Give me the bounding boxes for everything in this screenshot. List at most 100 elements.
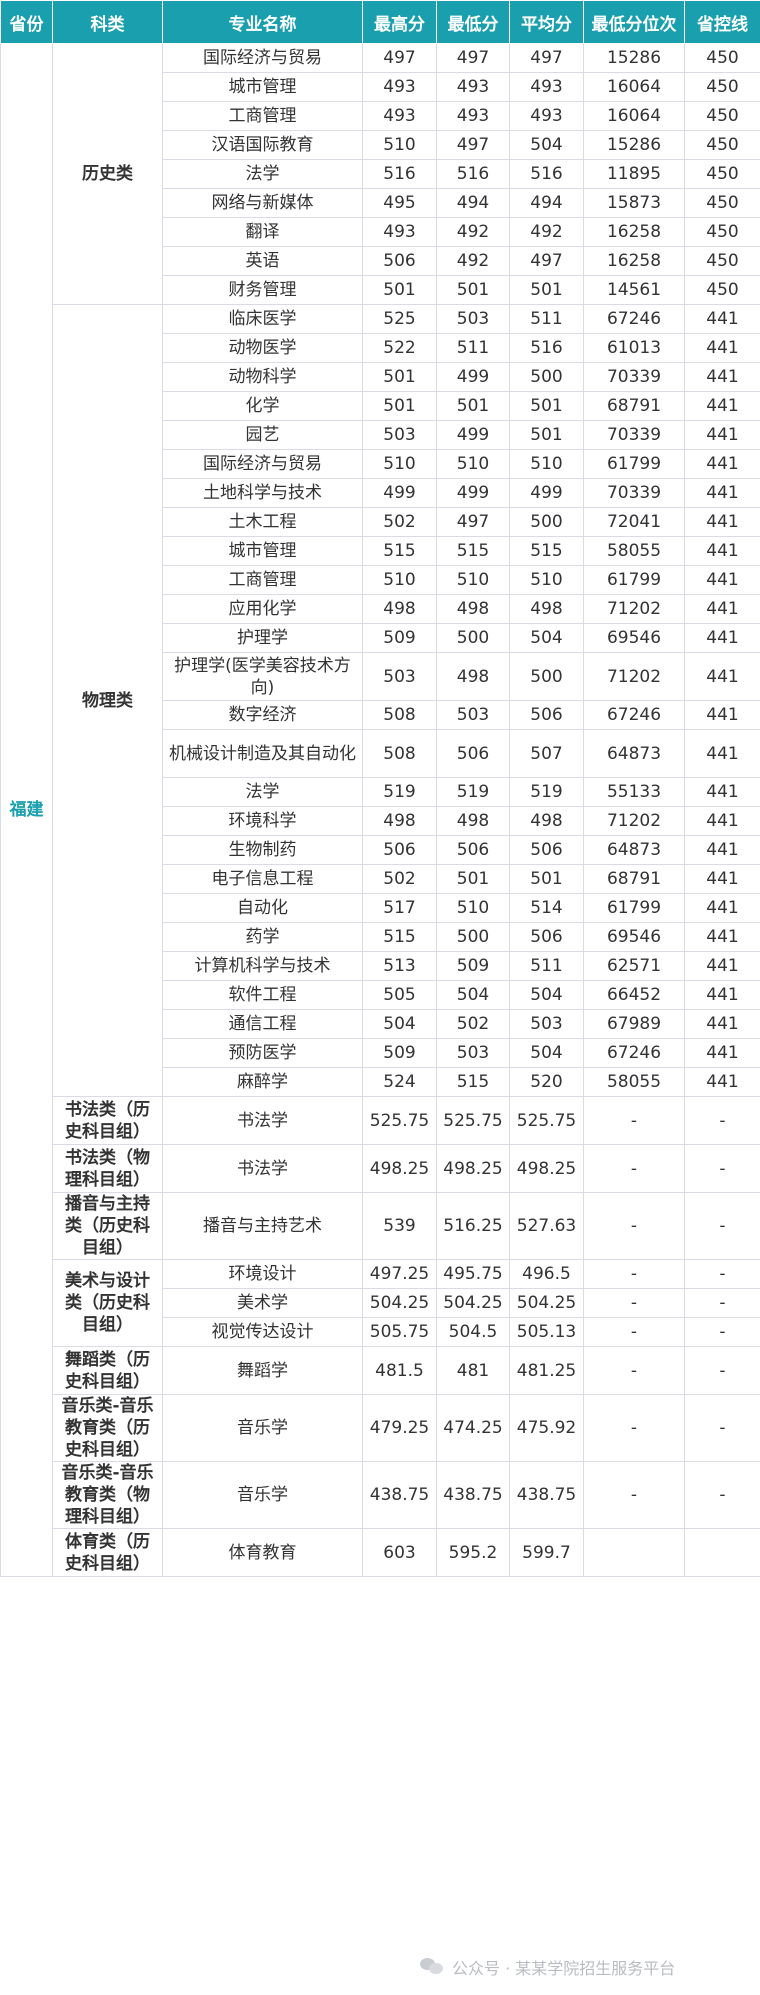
table-row: 物理类 临床医学 525 503 511 67246 441	[1, 304, 760, 1097]
control-line-cell: 441	[684, 507, 760, 537]
avg-score-cell: 527.63	[509, 1192, 584, 1260]
major-name-cell: 护理学	[162, 623, 363, 653]
max-score-cell: 516	[362, 159, 437, 189]
min-score-cell: 516.25	[436, 1192, 510, 1260]
major-name-cell: 自动化	[162, 893, 363, 923]
min-score-cell: 595.2	[436, 1528, 510, 1577]
major-name-cell: 应用化学	[162, 594, 363, 624]
min-rank-cell: 67989	[583, 1009, 685, 1039]
min-rank-cell: 64873	[583, 729, 685, 778]
max-score-cell: 539	[362, 1192, 437, 1260]
header-min-rank: 最低分位次	[583, 0, 685, 44]
max-score-cell: 517	[362, 893, 437, 923]
min-rank-cell: -	[583, 1192, 685, 1260]
max-score-cell: 525.75	[362, 1096, 437, 1145]
min-score-cell: 498	[436, 652, 510, 701]
avg-score-cell: 493	[509, 72, 584, 102]
max-score-cell: 503	[362, 652, 437, 701]
min-score-cell: 495.75	[436, 1259, 510, 1289]
admission-score-table: 省份 科类 专业名称 最高分 最低分 平均分 最低分位次 省控线 福建 历史类 国际…	[0, 0, 760, 1577]
control-line-cell: 450	[684, 159, 760, 189]
table-row: 舞蹈类（历史科目组） 舞蹈学 481.5 481 481.25- -	[1, 1346, 760, 1395]
max-score-cell: 524	[362, 1067, 437, 1097]
max-score-cell: 498.25	[362, 1144, 437, 1193]
control-line-cell: 441	[684, 362, 760, 392]
avg-score-cell: 510	[509, 565, 584, 595]
major-name-cell: 麻醉学	[162, 1067, 363, 1097]
major-name-cell: 英语	[162, 246, 363, 276]
category-cell: 美术与设计类（历史科目组）	[52, 1259, 163, 1347]
avg-score-cell: 520	[509, 1067, 584, 1097]
min-rank-cell: -	[583, 1461, 685, 1529]
max-score-cell: 501	[362, 362, 437, 392]
control-line-cell: 441	[684, 700, 760, 730]
control-line-cell: 441	[684, 1038, 760, 1068]
major-name-cell: 化学	[162, 391, 363, 421]
avg-score-cell: 506	[509, 922, 584, 952]
control-line-cell: 441	[684, 1009, 760, 1039]
max-score-cell: 509	[362, 623, 437, 653]
min-score-cell: 504.25	[436, 1288, 510, 1318]
max-score-cell: 519	[362, 777, 437, 807]
max-score-cell: 495	[362, 188, 437, 218]
avg-score-cell: 504.25	[509, 1288, 584, 1318]
major-name-cell: 通信工程	[162, 1009, 363, 1039]
control-line-cell: 450	[684, 188, 760, 218]
control-line-cell: -	[684, 1346, 760, 1395]
avg-score-cell: 599.7	[509, 1528, 584, 1577]
control-line-cell: -	[684, 1144, 760, 1193]
max-score-cell: 501	[362, 275, 437, 305]
avg-score-cell: 507	[509, 729, 584, 778]
control-line-cell: 441	[684, 391, 760, 421]
control-line-cell: 441	[684, 777, 760, 807]
major-name-cell: 美术学	[162, 1288, 363, 1318]
avg-score-cell: 504	[509, 623, 584, 653]
min-score-cell: 494	[436, 188, 510, 218]
max-score-cell: 501	[362, 391, 437, 421]
min-rank-cell: -	[583, 1259, 685, 1289]
major-name-cell: 预防医学	[162, 1038, 363, 1068]
max-score-cell: 504	[362, 1009, 437, 1039]
max-score-cell: 506	[362, 246, 437, 276]
min-score-cell: 492	[436, 246, 510, 276]
max-score-cell: 510	[362, 130, 437, 160]
control-line-cell: 450	[684, 217, 760, 247]
control-line-cell: 441	[684, 565, 760, 595]
avg-score-cell: 494	[509, 188, 584, 218]
min-score-cell: 516	[436, 159, 510, 189]
avg-score-cell: 505.13	[509, 1317, 584, 1347]
min-rank-cell: -	[583, 1144, 685, 1193]
avg-score-cell: 516	[509, 159, 584, 189]
avg-score-cell: 501	[509, 275, 584, 305]
avg-score-cell: 438.75	[509, 1461, 584, 1529]
min-score-cell: 481	[436, 1346, 510, 1395]
control-line-cell: 441	[684, 835, 760, 865]
min-score-cell: 498	[436, 594, 510, 624]
control-line-cell: 441	[684, 729, 760, 778]
control-line-cell: 450	[684, 246, 760, 276]
min-score-cell: 525.75	[436, 1096, 510, 1145]
min-rank-cell: 62571	[583, 951, 685, 981]
max-score-cell: 493	[362, 72, 437, 102]
min-score-cell: 497	[436, 130, 510, 160]
min-score-cell: 501	[436, 864, 510, 894]
avg-score-cell: 504	[509, 130, 584, 160]
min-rank-cell: 55133	[583, 777, 685, 807]
min-rank-cell: 16064	[583, 101, 685, 131]
min-score-cell: 503	[436, 304, 510, 334]
max-score-cell: 498	[362, 806, 437, 836]
avg-score-cell: 492	[509, 217, 584, 247]
avg-score-cell: 499	[509, 478, 584, 508]
min-score-cell: 499	[436, 362, 510, 392]
min-rank-cell: 16258	[583, 217, 685, 247]
category-cell: 舞蹈类（历史科目组）	[52, 1346, 163, 1395]
min-score-cell: 498	[436, 806, 510, 836]
category-cell: 音乐类-音乐教育类（物理科目组）	[52, 1461, 163, 1529]
major-name-cell: 软件工程	[162, 980, 363, 1010]
control-line-cell: 441	[684, 333, 760, 363]
control-line-cell: 450	[684, 101, 760, 131]
min-rank-cell: 15286	[583, 130, 685, 160]
min-rank-cell: -	[583, 1394, 685, 1462]
avg-score-cell: 500	[509, 362, 584, 392]
min-score-cell: 519	[436, 777, 510, 807]
